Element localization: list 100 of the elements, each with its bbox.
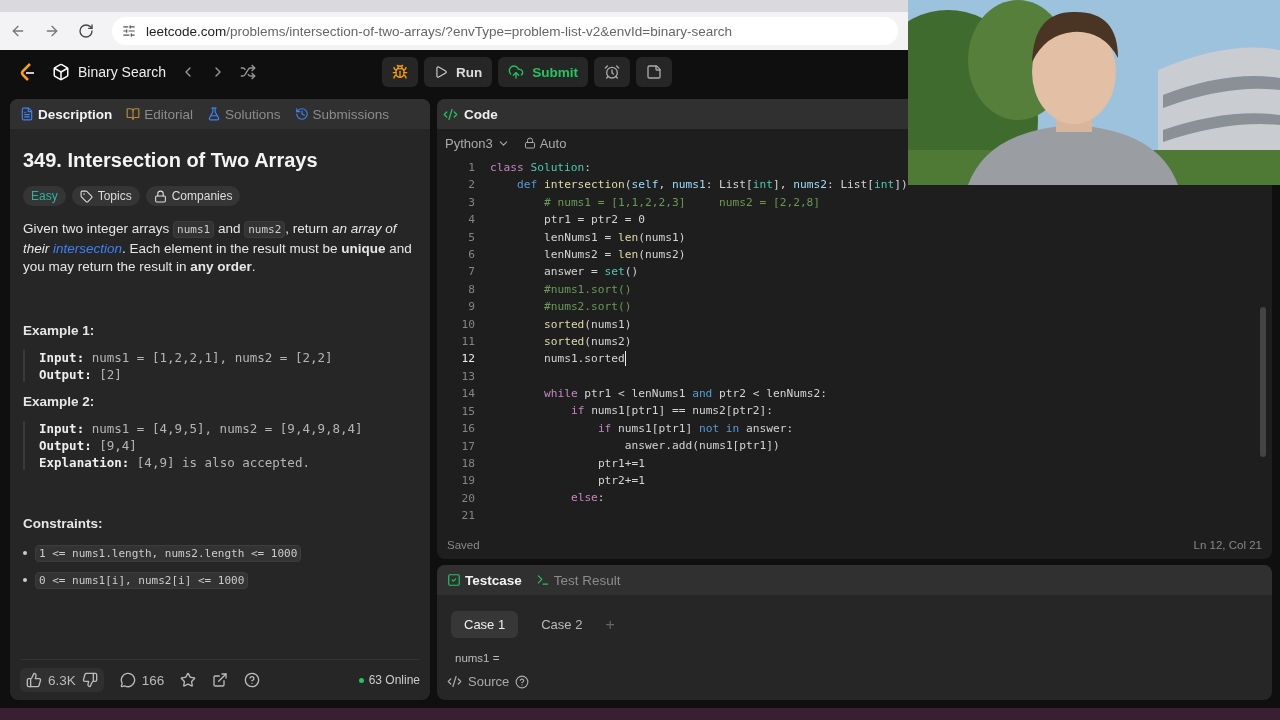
- line-number: 18: [460, 455, 475, 472]
- line-number: 19: [460, 473, 475, 490]
- example-line: Output: [9,4]: [39, 437, 138, 453]
- line-number: 11: [460, 334, 475, 351]
- shuffle-icon: [239, 64, 256, 80]
- code-line: class Solution:: [490, 160, 592, 176]
- line-number: 4: [467, 212, 475, 229]
- panel-tab[interactable]: Submissions: [290, 104, 394, 124]
- code-line: lenNums2 = len(nums2): [543, 246, 686, 263]
- help-icon: [244, 672, 261, 688]
- line-number: 2: [467, 177, 475, 194]
- code-icon: [447, 674, 462, 689]
- parameter-label: nums1 =: [454, 651, 501, 666]
- lock-icon: [153, 189, 167, 203]
- inline-code: nums1: [173, 221, 215, 238]
- line-number: 7: [467, 264, 475, 281]
- panel-tab[interactable]: Editorial: [122, 104, 198, 124]
- line-number: 20: [460, 490, 475, 507]
- line-number: 9: [467, 299, 475, 316]
- code-line: answer = set(): [543, 264, 639, 281]
- run-button[interactable]: Run: [423, 57, 493, 87]
- book-icon: [126, 107, 141, 121]
- thumbs-up-icon: [26, 672, 42, 688]
- site-settings-icon: [122, 24, 136, 38]
- checkbox-icon: [447, 573, 461, 587]
- code-line: ptr1 = ptr2 = 0: [543, 212, 645, 229]
- notes-button[interactable]: [635, 57, 672, 87]
- list-icon: [52, 63, 70, 81]
- intersection-link[interactable]: intersection: [49, 240, 123, 256]
- constraint: 1 <= nums1.length, nums2.length <= 1000: [35, 544, 302, 562]
- constraints-title: Constraints:: [23, 515, 104, 531]
- submit-button[interactable]: Submit: [498, 57, 588, 87]
- example-title: Example 1:: [23, 322, 96, 338]
- alarm-icon: [603, 64, 620, 80]
- tag-chip[interactable]: Companies: [145, 186, 241, 206]
- source-button[interactable]: Source: [468, 674, 510, 689]
- code-line: # nums1 = [1,1,2,2,3] nums2 = [2,2,8]: [543, 194, 821, 211]
- example-line: Explanation: [4,9] is also accepted.: [39, 454, 311, 470]
- problem-list-title[interactable]: Binary Search: [78, 64, 166, 80]
- lock-icon: [523, 137, 536, 149]
- back-icon: [10, 23, 26, 39]
- flask-icon: [207, 107, 222, 121]
- line-number: 15: [460, 403, 475, 420]
- difficulty-badge: Easy: [23, 186, 66, 206]
- like-button[interactable]: 6.3K: [20, 668, 104, 692]
- code-line: #nums1.sort(): [543, 281, 632, 298]
- code-line: sorted(nums1): [543, 316, 632, 333]
- panel-tab[interactable]: Testcase: [443, 570, 526, 590]
- note-icon: [645, 64, 662, 80]
- cloud-upload-icon: [508, 64, 525, 80]
- line-number: 8: [467, 281, 475, 298]
- save-status: Saved: [447, 539, 480, 551]
- text-cursor: [624, 351, 626, 367]
- example-line: Input: nums1 = [4,9,5], nums2 = [9,4,9,8,4]: [39, 420, 364, 436]
- auto-label[interactable]: Auto: [539, 135, 567, 151]
- terminal-icon: [535, 573, 550, 587]
- code-line: else:: [570, 490, 605, 507]
- comment-icon: [119, 672, 136, 688]
- example-line: Output: [2]: [39, 366, 123, 382]
- code-line: ptr2+=1: [597, 473, 646, 490]
- panel-tab[interactable]: Test Result: [531, 570, 625, 590]
- line-number: 10: [460, 316, 475, 333]
- example-title: Example 2:: [23, 393, 96, 409]
- case-tab[interactable]: Case 2: [528, 611, 596, 638]
- share-icon: [212, 672, 229, 688]
- line-number: 3: [467, 194, 475, 211]
- forward-icon: [44, 23, 60, 39]
- panel-tab[interactable]: Solutions: [203, 104, 285, 124]
- online-count: 63 Online: [368, 673, 420, 687]
- timer-button[interactable]: [593, 57, 630, 87]
- debug-button[interactable]: [381, 57, 418, 87]
- thumbs-down-icon: [81, 672, 98, 688]
- history-icon: [294, 107, 309, 121]
- code-line: sorted(nums2): [543, 333, 632, 350]
- code-line: #nums2.sort(): [543, 299, 632, 316]
- comments-button[interactable]: 166: [119, 672, 165, 688]
- help-icon: [515, 674, 530, 689]
- line-number: 6: [467, 247, 475, 264]
- line-number: 14: [460, 386, 475, 403]
- case-tab[interactable]: Case 1: [451, 611, 519, 638]
- language-select[interactable]: Python3: [445, 135, 510, 151]
- tag-chip[interactable]: Topics: [71, 186, 140, 206]
- line-number: 21: [460, 508, 475, 525]
- code-line: while ptr1 < lenNums1 and ptr2 < lenNums2:: [543, 386, 827, 403]
- document-icon: [20, 107, 34, 121]
- code-line: lenNums1 = len(nums1): [543, 229, 686, 246]
- inline-code: nums2: [244, 221, 286, 238]
- online-dot: [358, 677, 364, 683]
- constraint: 0 <= nums1[i], nums2[i] <= 1000: [35, 571, 249, 589]
- example-line: Input: nums1 = [1,2,2,1], nums2 = [2,2]: [39, 349, 334, 365]
- bug-icon: [391, 64, 408, 80]
- line-number: 12: [460, 351, 475, 368]
- panel-tab[interactable]: Description: [16, 104, 117, 124]
- code-line: ptr1+=1: [597, 455, 646, 472]
- line-number: 1: [467, 160, 475, 176]
- problem-title: 349. Intersection of Two Arrays: [23, 149, 319, 172]
- line-number: 13: [460, 368, 475, 385]
- address-bar[interactable]: leetcode.com/problems/intersection-of-two-arrays/?envType=problem-list-v2&envId=binary-search: [112, 17, 898, 45]
- line-number: 5: [467, 229, 475, 246]
- tag-icon: [79, 189, 93, 203]
